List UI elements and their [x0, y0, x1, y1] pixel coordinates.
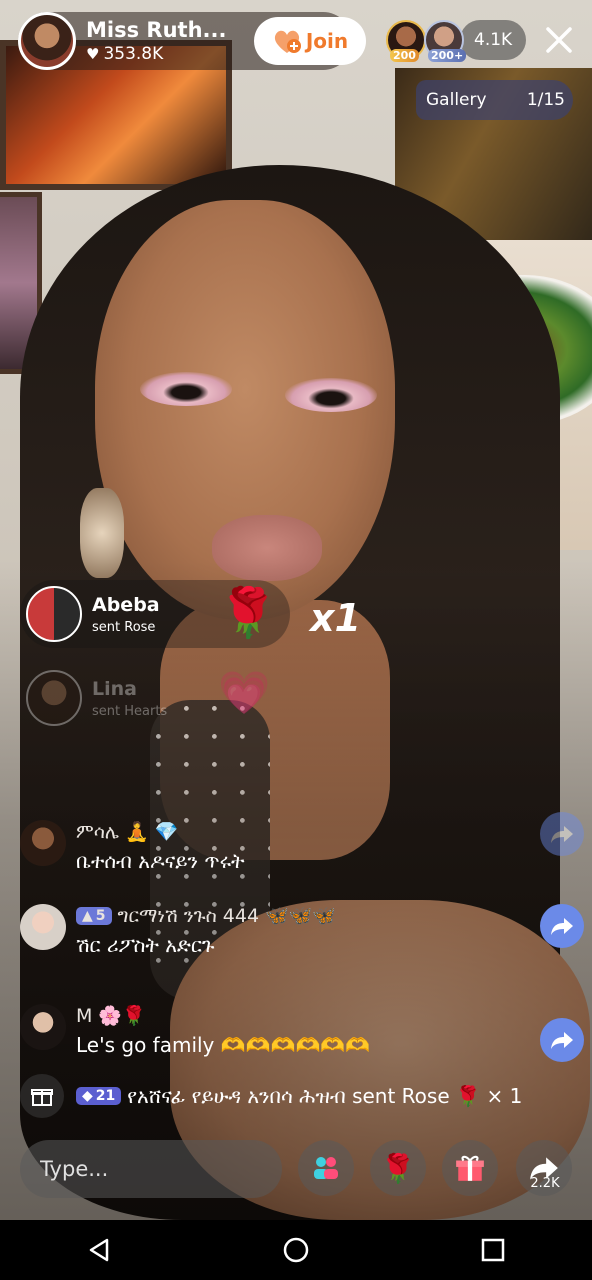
hearts-gift-icon: 💗	[218, 668, 271, 717]
streamer-eye-right	[285, 378, 377, 412]
flower-icon: 🌸🌹	[98, 1005, 146, 1027]
chat-username-text: ምሳሌ	[76, 820, 120, 843]
guest-icon	[314, 1157, 338, 1179]
recents-button[interactable]	[469, 1226, 517, 1274]
host-card[interactable]: Miss Ruth... ♥ 353.8K Join	[18, 12, 366, 70]
home-icon	[283, 1237, 309, 1263]
level-badge: ▲ 5	[76, 906, 112, 925]
gift-multiplier: x1	[310, 596, 361, 640]
bottom-shade	[0, 560, 592, 1220]
close-icon	[546, 26, 572, 53]
chat-username-text: ግርማነሽ ንጉስ 444	[117, 904, 260, 927]
viewer-avatar[interactable]: 200+	[424, 20, 467, 62]
gift-action: sent Rose	[92, 619, 156, 635]
back-button[interactable]	[75, 1226, 123, 1274]
viewer-avatar[interactable]: 200	[386, 20, 426, 62]
viewer-badge: 200+	[428, 49, 467, 62]
gift-ticker-message: የአሸናፊ የይሁዳ አንበሳ ሕዝብ sent Rose	[127, 1084, 450, 1108]
gift-ticker-text: ◆ 21 የአሸናፊ የይሁዳ አንበሳ ሕዝብ sent Rose 🌹 × 1	[76, 1084, 522, 1108]
heart-hands-icon: 🫶🫶🫶🫶🫶🫶	[220, 1033, 371, 1057]
level-badge: ◆ 21	[76, 1087, 122, 1105]
rose-gift-button[interactable]: 🌹	[370, 1140, 426, 1196]
viewer-badge: 200	[390, 49, 419, 62]
join-button[interactable]: Join	[254, 17, 366, 65]
level-number: 21	[95, 1088, 116, 1104]
rose-icon: 🌹	[380, 1152, 416, 1184]
gift-action: sent Hearts	[92, 703, 168, 719]
recents-icon	[482, 1238, 505, 1262]
chat-username-text: M	[76, 1004, 93, 1027]
home-button[interactable]	[272, 1226, 320, 1274]
gift-sender-name: Lina	[92, 677, 137, 700]
share-count: 2.2K	[530, 1176, 560, 1191]
emoji-icon: 🧘 💎	[125, 821, 179, 843]
chat-message: ▲ 5 ግርማነሽ ንጉስ 444 🦋🦋🦋 ሽር ሪፖስት አድርጉ	[20, 904, 540, 957]
gift-sender-avatar[interactable]	[26, 586, 82, 642]
chat-text: ሽር ሪፖስት አድርጉ	[76, 933, 215, 957]
host-likes-count: 353.8K	[103, 44, 164, 64]
chat-text: Le's go family 🫶🫶🫶🫶🫶🫶	[76, 1033, 370, 1057]
chat-avatar[interactable]	[20, 1004, 66, 1050]
host-likes: ♥ 353.8K	[86, 44, 236, 64]
chat-username[interactable]: ምሳሌ 🧘 💎	[76, 820, 244, 844]
chat-text: ቤተሰብ አዶናይን ጥሩት	[76, 849, 245, 873]
share-fab[interactable]	[540, 1018, 584, 1062]
viewer-count[interactable]: 4.1K	[460, 20, 527, 60]
join-icon	[272, 27, 302, 55]
gift-box-button[interactable]	[20, 1074, 64, 1118]
share-fab[interactable]	[540, 812, 584, 856]
chat-username[interactable]: ▲ 5 ግርማነሽ ንጉስ 444 🦋🦋🦋	[76, 904, 336, 927]
chat-username[interactable]: M 🌸🌹	[76, 1004, 370, 1028]
streamer-eye-left	[140, 372, 232, 406]
gallery-label: Gallery	[426, 90, 487, 110]
gallery-button[interactable]: Gallery 1/15	[416, 80, 573, 120]
gift-box-icon	[31, 1089, 53, 1106]
guest-button[interactable]	[298, 1140, 354, 1196]
share-icon	[551, 826, 573, 843]
system-nav-bar	[0, 1220, 592, 1280]
gift-icon	[456, 1155, 484, 1181]
chat-text-content: Le's go family	[76, 1033, 215, 1057]
gift-sender-name: Abeba	[92, 593, 160, 616]
gift-button[interactable]	[442, 1140, 498, 1196]
top-viewers[interactable]: 200 200+ 4.1K	[386, 20, 527, 62]
comment-input[interactable]	[20, 1140, 282, 1198]
share-icon	[551, 1032, 573, 1049]
rose-icon: 🌹	[455, 1084, 481, 1108]
rose-icon: 🌹	[218, 585, 278, 641]
chat-message: M 🌸🌹 Le's go family 🫶🫶🫶🫶🫶🫶	[20, 1004, 540, 1057]
join-label: Join	[305, 29, 349, 53]
chat-avatar[interactable]	[20, 820, 66, 866]
heart-icon: ♥	[86, 45, 100, 63]
share-icon	[551, 918, 573, 935]
chat-avatar[interactable]	[20, 904, 66, 950]
gift-ticker: ◆ 21 የአሸናፊ የይሁዳ አንበሳ ሕዝብ sent Rose 🌹 × 1	[20, 1074, 580, 1118]
back-icon	[89, 1238, 108, 1262]
gift-ticker-multiplier: × 1	[486, 1084, 523, 1108]
butterfly-icon: 🦋🦋🦋	[265, 905, 337, 927]
host-avatar[interactable]	[18, 12, 76, 70]
host-name: Miss Ruth...	[86, 18, 227, 42]
gift-sender-avatar[interactable]	[26, 670, 82, 726]
chat-message: ምሳሌ 🧘 💎 ቤተሰብ አዶናይን ጥሩት	[20, 820, 540, 873]
gallery-count: 1/15	[526, 90, 565, 110]
host-info: Miss Ruth... ♥ 353.8K	[86, 18, 236, 64]
close-button[interactable]	[540, 22, 578, 60]
level-number: 5	[95, 907, 106, 924]
share-fab[interactable]	[540, 904, 584, 948]
